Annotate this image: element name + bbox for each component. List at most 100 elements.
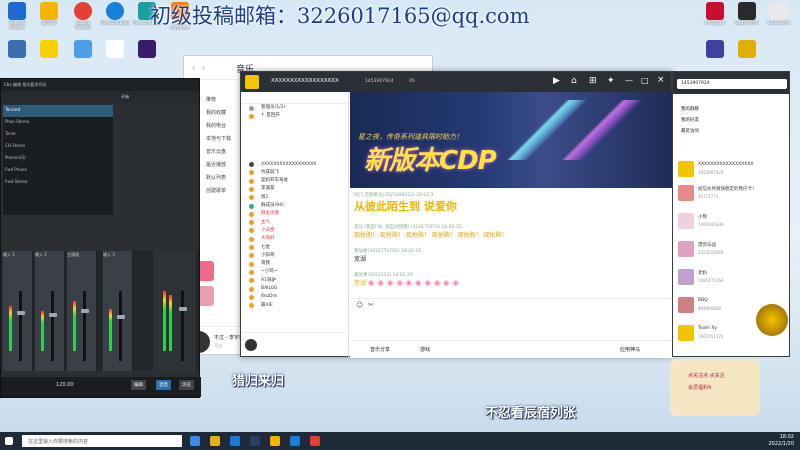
member-row[interactable]: XXXXXXXXXXXXXXXXXX — [241, 161, 348, 169]
desktop-icon-12[interactable] — [68, 40, 98, 78]
emoji-icon[interactable]: ☺ — [356, 301, 363, 309]
minimize-icon[interactable]: — — [625, 76, 633, 85]
store-icon[interactable] — [230, 436, 240, 446]
game-button[interactable]: 游戏 — [420, 346, 430, 353]
contact-item[interactable]: 小熊 1460040439 — [673, 210, 791, 232]
chat-area[interactable]: 坑门-无聊紫龙(2025286052) 18:02:3 从彼此陌生到 说爱你 花… — [350, 188, 673, 358]
desktop-icon-1[interactable]: Tencent Protect — [2, 2, 32, 40]
mixer-transport: 开始 — [1, 91, 199, 103]
task-view-icon[interactable] — [190, 436, 200, 446]
desktop-icon-14[interactable] — [132, 40, 162, 78]
back-icon[interactable]: ‹ — [192, 63, 195, 72]
close-icon[interactable]: × — [657, 75, 665, 85]
member-row[interactable]: 七星 — [241, 244, 348, 252]
group-id: 1453907924 — [365, 79, 394, 84]
member-row[interactable]: 李诚基 — [241, 185, 348, 193]
desktop-icon-7[interactable]: Among Us — [700, 2, 730, 40]
member-row[interactable]: 主气 — [241, 219, 348, 227]
track-row[interactable]: Tencent — [3, 105, 113, 117]
chrome-icon[interactable] — [310, 436, 320, 446]
desktop-icon-8[interactable]: Death Wish — [732, 2, 762, 40]
fader-knob[interactable] — [179, 307, 187, 311]
member-avatar — [249, 278, 254, 284]
announcement-banner[interactable]: 星之夜，传奇系列道具限时助力！ 新版本CDP — [350, 92, 673, 188]
fader-knob[interactable] — [49, 313, 57, 317]
master-strip[interactable] — [153, 251, 197, 371]
fader-knob[interactable] — [81, 309, 89, 313]
track-row[interactable]: Fwd Stereo — [3, 177, 113, 189]
fader-knob[interactable] — [117, 315, 125, 319]
track-row[interactable]: Tuner — [3, 129, 113, 141]
browse-button[interactable]: 浏览 — [179, 380, 194, 390]
transport-label[interactable]: 开始 — [121, 91, 129, 103]
taskbar-search[interactable]: 在这里输入你要搜索的内容 — [22, 435, 182, 447]
desktop-icon-9[interactable]: Crab Game — [764, 2, 794, 40]
game-icon[interactable]: ✦ — [607, 76, 615, 86]
contact-item[interactable]: 漂亮乐园 1422622669 — [673, 238, 791, 260]
self-avatar[interactable] — [245, 339, 257, 351]
track-row[interactable]: Phonon(S) — [3, 153, 113, 165]
audio-mixer-window[interactable]: Cbx 编辑 格式要求代码 开始 Tencent Phon Stereo Tun… — [0, 78, 201, 398]
member-row[interactable]: 管理员(1/2) — [241, 104, 348, 112]
member-row[interactable]: 是妈开车驾驶 — [241, 177, 348, 185]
taskbar-clock[interactable]: 18:02 2022/1/20 — [768, 434, 794, 448]
desktop-icon-10[interactable] — [2, 40, 32, 78]
chat-message: 花化 (我是FW, 会自动回哦) (414175972) 18:02:25 现抢… — [354, 225, 508, 239]
steam-icon[interactable] — [250, 436, 260, 446]
maximize-icon[interactable]: □ — [641, 76, 649, 85]
qq-icon[interactable] — [270, 436, 280, 446]
fader-knob[interactable] — [17, 311, 25, 315]
scissors-icon[interactable]: ✂ — [368, 301, 374, 309]
member-row[interactable]: 小阳哥 — [241, 252, 348, 260]
desktop-icon-4[interactable]: Microsoft Edge — [100, 2, 130, 40]
contact-item[interactable]: 老妈 1485471464 — [673, 266, 791, 288]
channel-strip[interactable]: 输入 2 — [35, 251, 65, 371]
tab-my-friends[interactable]: 我的好友 — [681, 115, 789, 126]
windows-start-icon[interactable] — [5, 437, 13, 445]
desktop-icon-2[interactable]: 腾讯QQ — [34, 2, 64, 40]
app-menu-button[interactable]: 应用神马 — [620, 346, 640, 353]
member-row[interactable]: 最AIE — [241, 302, 348, 310]
member-row[interactable]: 群成员(94) — [241, 202, 348, 210]
home-icon[interactable]: ⌂ — [571, 76, 577, 86]
file-explorer-icon[interactable] — [210, 436, 220, 446]
channel-strip[interactable]: 输入 1 — [3, 251, 33, 371]
qq-group-chat-window[interactable]: XXXXXXXXXXXXXXXXXX 1453907924 95 ▶ ⌂ ⊞ ✦… — [240, 71, 673, 358]
edge-icon[interactable] — [290, 436, 300, 446]
member-row[interactable]: 群主凤情 — [241, 210, 348, 218]
member-row[interactable]: BAIL0G — [241, 285, 348, 293]
edit-button[interactable]: 编辑 — [131, 380, 146, 390]
member-row[interactable]: A1骑驴 — [241, 277, 348, 285]
video-icon[interactable]: ▶ — [553, 76, 560, 86]
contact-item[interactable]: 初信伙伴爽快稳定的熊仔卡！ 40771773 — [673, 182, 791, 204]
member-row[interactable]: ~小鸡~ — [241, 268, 348, 276]
apps-icon[interactable]: ⊞ — [589, 76, 597, 86]
track-row[interactable]: Phon Stereo — [3, 117, 113, 129]
tab-my-groups[interactable]: 我的群聊 — [681, 104, 789, 115]
member-row[interactable]: 周1 — [241, 194, 348, 202]
desktop-icon-13[interactable] — [100, 40, 130, 78]
member-row[interactable]: 小天使 — [241, 227, 348, 235]
contact-item[interactable]: XXXXXXXXXXXXXXXXXX 1453907924 — [673, 158, 791, 180]
contact-search-input[interactable]: 1453907924 — [677, 79, 787, 89]
desktop-icon-3[interactable]: Google Chrome — [68, 2, 98, 40]
mix-button[interactable]: 混音 — [156, 380, 171, 390]
music-share-button[interactable]: 音乐分享 — [370, 346, 390, 353]
forward-icon[interactable]: › — [202, 63, 205, 72]
member-row[interactable]: 坑成就飞 — [241, 169, 348, 177]
message-input[interactable] — [350, 312, 673, 342]
desktop-icon-11[interactable] — [34, 40, 64, 78]
member-row[interactable]: 大哥好 — [241, 235, 348, 243]
fader-track — [51, 291, 54, 361]
tab-recent[interactable]: 最近访问 — [681, 126, 789, 137]
member-row[interactable]: RezDre — [241, 293, 348, 301]
member-row[interactable]: 哥我 — [241, 260, 348, 268]
member-list: 管理员(1/2) ↑ 是回开 XXXXXXXXXXXXXXXXXX 坑成就飞 是… — [241, 92, 349, 332]
channel-strip[interactable]: 主通道 — [67, 251, 97, 371]
member-spacer — [241, 121, 348, 161]
channel-strip[interactable]: 输入 3 — [103, 251, 133, 371]
track-row[interactable]: CH Stereo — [3, 141, 113, 153]
member-row[interactable]: ↑ 是回开 — [241, 112, 348, 120]
group-avatar[interactable] — [245, 75, 259, 89]
track-row[interactable]: Fwd Phone — [3, 165, 113, 177]
